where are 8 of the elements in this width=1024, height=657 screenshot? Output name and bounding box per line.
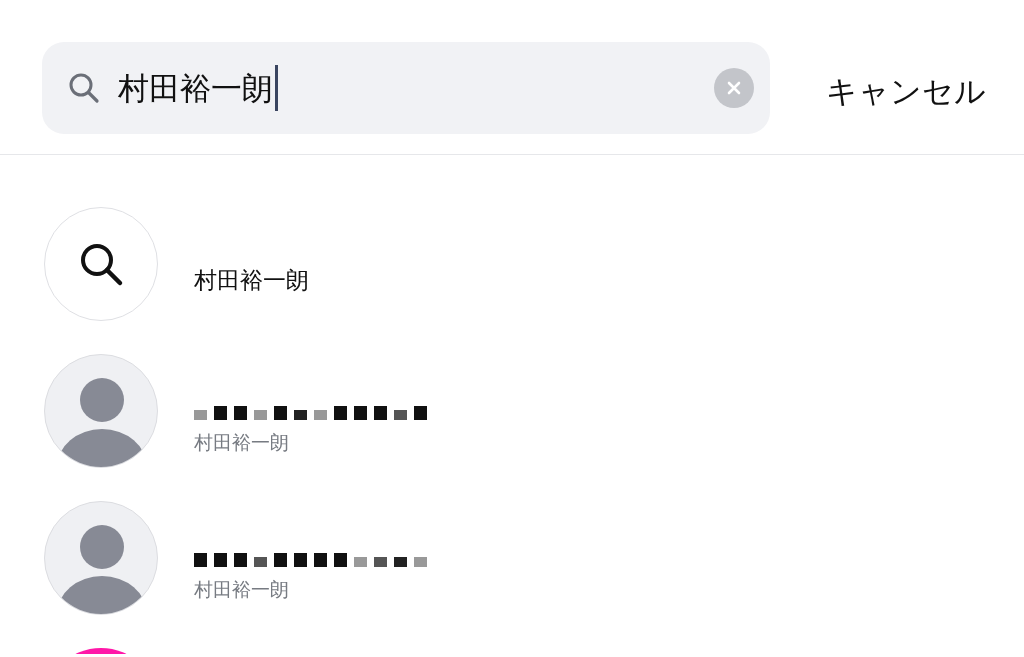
search-text: 村田裕一朗 bbox=[118, 68, 273, 108]
close-icon bbox=[726, 80, 742, 96]
user-subtitle: 村田裕一朗 bbox=[194, 429, 290, 455]
search-field[interactable]: 村田裕一朗 bbox=[42, 42, 770, 134]
clear-button[interactable] bbox=[714, 68, 754, 108]
cancel-button[interactable]: キャンセル bbox=[826, 68, 986, 115]
user-subtitle: 村田裕一朗 bbox=[194, 576, 290, 602]
search-suggestion[interactable]: 村田裕一朗 bbox=[194, 263, 309, 298]
